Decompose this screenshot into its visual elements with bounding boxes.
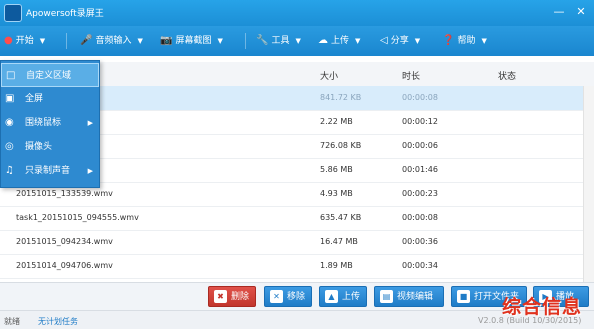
tools-button[interactable]: 🔧 工具 ▼: [256, 26, 301, 56]
file-duration: 00:00:06: [402, 141, 438, 150]
table-row[interactable]: 20151014_094706.wmv 1.89 MB 00:00:34: [0, 254, 594, 279]
record-icon: ●: [4, 35, 13, 46]
app-logo-icon: [4, 4, 22, 22]
delete-label: 删除: [231, 292, 250, 302]
webcam-icon: ◎: [5, 141, 14, 152]
watermark: 综合信息: [502, 296, 583, 318]
task-plan-link[interactable]: 无计划任务: [38, 316, 78, 327]
file-size: 841.72 KB: [320, 93, 362, 102]
file-size: 16.47 MB: [320, 237, 358, 246]
chevron-down-icon: ▼: [39, 37, 46, 45]
start-label: 开始: [15, 36, 34, 46]
music-note-icon: ♫: [5, 165, 14, 176]
edit-video-button[interactable]: ▤ 视频编辑: [374, 286, 444, 307]
audio-input-button[interactable]: 🎤 音频输入 ▼: [80, 26, 143, 56]
menu-item-audio-only[interactable]: ♫ 只录制声音 ▶: [1, 159, 99, 183]
file-duration: 00:00:23: [402, 189, 438, 198]
cloud-upload-icon: ▲: [325, 290, 338, 303]
upload-menu-button[interactable]: ☁ 上传 ▼: [318, 26, 360, 56]
chevron-down-icon: ▼: [217, 37, 223, 45]
record-mode-menu: □ 自定义区域 ▣ 全屏 ◉ 围绕鼠标 ▶ ◎ 摄像头 ♫ 只录制声音 ▶: [0, 60, 100, 188]
start-record-button[interactable]: ● 开始 ▼: [4, 26, 45, 56]
wrench-icon: 🔧: [256, 35, 269, 46]
toolbar-divider: [245, 33, 246, 49]
menu-item-label: 摄像头: [25, 142, 53, 152]
mouse-icon: ◉: [5, 117, 14, 128]
help-label: 帮助: [457, 36, 476, 46]
share-icon: ◁: [380, 35, 388, 46]
menu-item-around-mouse[interactable]: ◉ 围绕鼠标 ▶: [1, 111, 99, 135]
menu-item-label: 全屏: [25, 94, 44, 104]
chevron-right-icon: ▶: [87, 119, 93, 127]
file-size: 1.89 MB: [320, 261, 353, 270]
file-size: 726.08 KB: [320, 141, 362, 150]
upload-label: 上传: [342, 292, 361, 302]
title-bar: Apowersoft录屏王 — ✕: [0, 0, 594, 26]
file-duration: 00:00:12: [402, 117, 438, 126]
minimize-icon[interactable]: —: [552, 5, 566, 19]
column-duration[interactable]: 时长: [402, 69, 420, 82]
menu-item-label: 只录制声音: [25, 166, 71, 176]
chevron-down-icon: ▼: [414, 37, 421, 45]
file-duration: 00:00:08: [402, 93, 438, 102]
column-status[interactable]: 状态: [498, 69, 516, 82]
share-label: 分享: [390, 36, 409, 46]
file-name: 20151015_133539.wmv: [16, 189, 113, 198]
edit-video-label: 视频编辑: [397, 292, 434, 302]
vertical-scrollbar[interactable]: [583, 86, 594, 282]
share-button[interactable]: ◁ 分享 ▼: [380, 26, 420, 56]
file-name: task1_20151015_094555.wmv: [16, 213, 139, 222]
window-title: Apowersoft录屏王: [26, 9, 104, 19]
remove-button[interactable]: ✕ 移除: [264, 286, 312, 307]
menu-item-webcam[interactable]: ◎ 摄像头: [1, 135, 99, 159]
main-toolbar: ● 开始 ▼ 🎤 音频输入 ▼ 📷 屏幕截图 ▼ 🔧 工具 ▼ ☁ 上传 ▼ ◁ 分享 ▼ ❓ 帮助 ▼: [0, 26, 594, 56]
region-icon: □: [6, 70, 16, 81]
help-button[interactable]: ❓ 帮助 ▼: [442, 26, 487, 56]
chevron-down-icon: ▼: [295, 37, 301, 45]
upload-label: 上传: [331, 36, 350, 46]
folder-icon: ■: [457, 290, 470, 303]
tools-label: 工具: [271, 36, 290, 46]
file-size: 2.22 MB: [320, 117, 353, 126]
chevron-down-icon: ▼: [137, 37, 143, 45]
file-size: 5.86 MB: [320, 165, 353, 174]
cloud-upload-icon: ☁: [318, 35, 328, 46]
screenshot-label: 屏幕截图: [175, 36, 212, 46]
film-icon: ▤: [380, 290, 393, 303]
audio-input-label: 音频输入: [95, 36, 132, 46]
file-duration: 00:00:34: [402, 261, 438, 270]
microphone-icon: 🎤: [80, 35, 93, 46]
file-duration: 00:00:08: [402, 213, 438, 222]
chevron-down-icon: ▼: [481, 37, 487, 45]
status-ready: 就绪: [4, 317, 20, 326]
table-row[interactable]: task1_20151015_094555.wmv 635.47 KB 00:0…: [0, 206, 594, 231]
file-size: 635.47 KB: [320, 213, 362, 222]
remove-icon: ✕: [270, 290, 283, 303]
monitor-icon: ▣: [5, 93, 15, 104]
file-name: 20151014_094706.wmv: [16, 261, 113, 270]
camera-icon: 📷: [160, 35, 173, 46]
menu-item-label: 围绕鼠标: [25, 118, 62, 128]
chevron-down-icon: ▼: [355, 37, 361, 45]
menu-item-label: 自定义区域: [26, 71, 72, 81]
table-row[interactable]: 20151015_094234.wmv 16.47 MB 00:00:36: [0, 230, 594, 255]
toolbar-divider: [66, 33, 67, 49]
upload-button[interactable]: ▲ 上传: [319, 286, 367, 307]
menu-item-fullscreen[interactable]: ▣ 全屏: [1, 87, 99, 111]
file-duration: 00:00:36: [402, 237, 438, 246]
menu-item-custom-region[interactable]: □ 自定义区域: [1, 63, 99, 87]
file-name: 20151015_094234.wmv: [16, 237, 113, 246]
screenshot-button[interactable]: 📷 屏幕截图 ▼: [160, 26, 223, 56]
chevron-right-icon: ▶: [87, 167, 93, 175]
column-size[interactable]: 大小: [320, 69, 338, 82]
help-icon: ❓: [442, 35, 455, 46]
file-duration: 00:01:46: [402, 165, 438, 174]
remove-label: 移除: [287, 292, 306, 302]
file-size: 4.93 MB: [320, 189, 353, 198]
trash-icon: ✖: [214, 290, 227, 303]
close-icon[interactable]: ✕: [574, 5, 588, 19]
delete-button[interactable]: ✖ 删除: [208, 286, 256, 307]
